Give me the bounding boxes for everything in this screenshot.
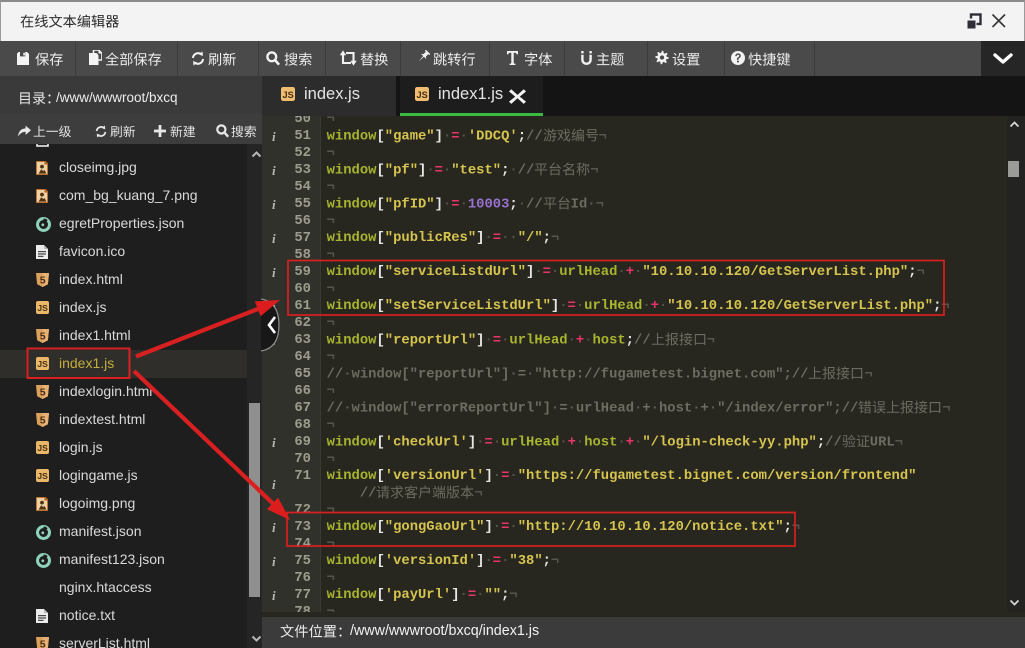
svg-text:5: 5 [40, 415, 46, 427]
svg-text:5: 5 [40, 387, 46, 399]
svg-text:JS: JS [37, 359, 48, 369]
svg-text:JS: JS [417, 90, 428, 100]
svg-text:JS: JS [37, 471, 48, 481]
svg-text:JS: JS [37, 303, 48, 313]
svg-text:5: 5 [40, 639, 46, 648]
svg-text:JS: JS [283, 90, 294, 100]
svg-text:5: 5 [40, 331, 46, 343]
svg-text:5: 5 [40, 275, 46, 287]
svg-text:JS: JS [37, 443, 48, 453]
